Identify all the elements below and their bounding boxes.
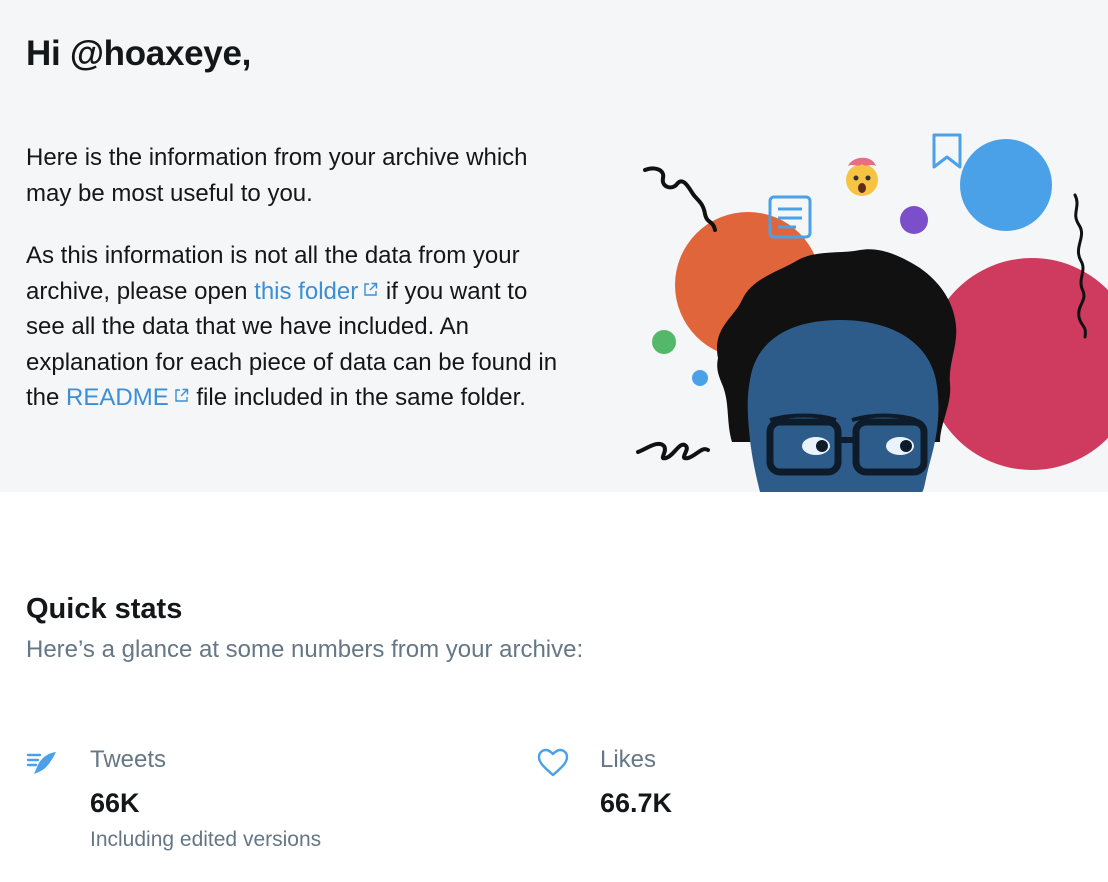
person-illustration bbox=[716, 249, 957, 492]
likes-stat: Likes 66.7K bbox=[536, 742, 956, 862]
quick-stats-title: Quick stats bbox=[26, 593, 183, 625]
quick-stats-subtitle: Here’s a glance at some numbers from you… bbox=[26, 636, 584, 663]
small-blue-dot bbox=[692, 370, 708, 386]
intro-text-segment: file included in the same folder. bbox=[189, 384, 526, 411]
likes-label: Likes bbox=[600, 746, 657, 773]
red-circle bbox=[926, 258, 1108, 470]
this-folder-link[interactable]: this folder bbox=[254, 278, 379, 305]
external-link-icon bbox=[364, 282, 378, 296]
tweets-count: 66K bbox=[90, 788, 140, 818]
purple-dot bbox=[900, 206, 928, 234]
bookmark-icon bbox=[932, 133, 962, 169]
archive-hero: Hi @hoaxeye, Here is the information fro… bbox=[0, 0, 1108, 492]
intro-paragraph-1: Here is the information from your archiv… bbox=[26, 144, 528, 207]
heart-icon bbox=[537, 748, 569, 777]
mind-blown-emoji-icon bbox=[846, 157, 878, 196]
quill-icon bbox=[26, 752, 56, 774]
this-folder-link-label: this folder bbox=[254, 277, 359, 305]
readme-link[interactable]: README bbox=[66, 384, 190, 411]
intro-paragraph-2: As this information is not all the data … bbox=[26, 238, 566, 416]
greeting-heading: Hi @hoaxeye, bbox=[26, 34, 252, 73]
intro-text: Here is the information from your archiv… bbox=[26, 140, 566, 443]
green-dot bbox=[652, 330, 676, 354]
external-link-icon bbox=[175, 388, 188, 402]
hero-illustration bbox=[636, 133, 1108, 492]
tweets-stat: Tweets 66K Including edited versions bbox=[26, 742, 446, 862]
tweets-label: Tweets bbox=[90, 746, 167, 773]
readme-link-label: README bbox=[66, 384, 169, 411]
squiggle-bottom-left bbox=[636, 441, 710, 461]
blue-circle bbox=[960, 139, 1052, 231]
squiggle-top-left bbox=[643, 166, 717, 232]
tweets-note: Including edited versions bbox=[90, 828, 322, 851]
likes-count: 66.7K bbox=[600, 788, 673, 818]
